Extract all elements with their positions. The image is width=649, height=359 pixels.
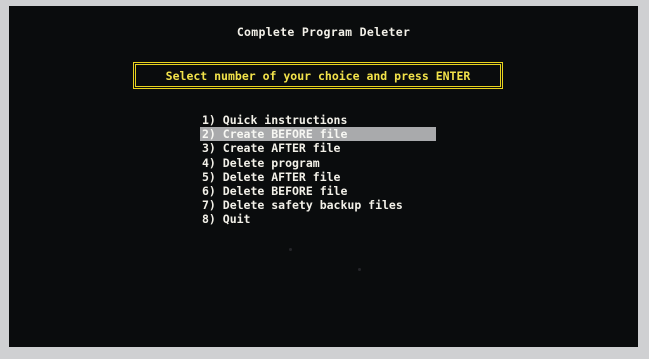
prompt-box: Select number of your choice and press E… xyxy=(133,62,503,89)
screen-glint xyxy=(289,248,292,251)
menu-item-create-before-file[interactable]: 2) Create BEFORE file xyxy=(200,127,436,142)
main-menu: 1) Quick instructions 2) Create BEFORE f… xyxy=(200,113,436,227)
menu-item-quick-instructions[interactable]: 1) Quick instructions xyxy=(200,113,436,127)
screen-glint xyxy=(358,268,361,271)
prompt-text: Select number of your choice and press E… xyxy=(165,68,471,83)
menu-item-quit[interactable]: 8) Quit xyxy=(200,212,436,226)
menu-item-delete-before-file[interactable]: 6) Delete BEFORE file xyxy=(200,184,436,198)
menu-item-delete-after-file[interactable]: 5) Delete AFTER file xyxy=(200,170,436,184)
menu-item-delete-safety-backup-files[interactable]: 7) Delete safety backup files xyxy=(200,198,436,212)
app-title: Complete Program Deleter xyxy=(236,25,411,39)
terminal-screen: Complete Program Deleter Select number o… xyxy=(9,6,638,347)
menu-item-delete-program[interactable]: 4) Delete program xyxy=(200,156,436,170)
menu-item-create-after-file[interactable]: 3) Create AFTER file xyxy=(200,141,436,155)
